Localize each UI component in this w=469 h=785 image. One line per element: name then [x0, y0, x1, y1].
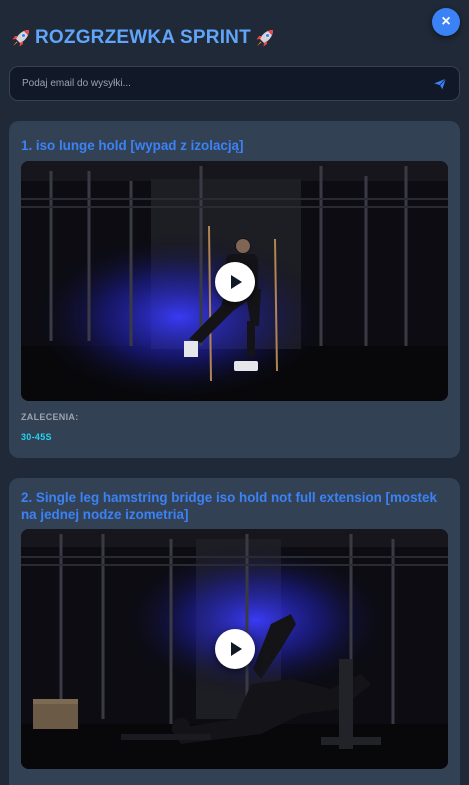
page-title: ROZGRZEWKA SPRINT [9, 26, 277, 50]
send-icon [434, 78, 447, 89]
exercise-video[interactable] [21, 529, 448, 769]
play-icon [231, 642, 242, 656]
play-button[interactable] [215, 262, 255, 302]
title-text: ROZGRZEWKA SPRINT [35, 27, 251, 48]
exercise-card: 1. iso lunge hold [wypad z izolacją] ZAL… [9, 121, 460, 458]
play-icon [231, 275, 242, 289]
exercise-title: 1. iso lunge hold [wypad z izolacją] [21, 138, 244, 153]
email-bar [9, 66, 460, 101]
recommendations-value: 30-45S [21, 432, 52, 442]
exercise-title: 2. Single leg hamstring bridge iso hold … [21, 490, 437, 522]
email-input[interactable] [22, 78, 433, 89]
close-icon: × [441, 13, 451, 30]
play-button[interactable] [215, 629, 255, 669]
rocket-icon [253, 26, 277, 50]
workout-panel: × ROZGRZEWKA SPRINT Podaj email do wysył… [0, 0, 469, 785]
exercise-card: 2. Single leg hamstring bridge iso hold … [9, 478, 460, 785]
send-button[interactable] [433, 77, 447, 91]
recommendations-label: ZALECENIA: [21, 412, 79, 422]
exercise-video[interactable] [21, 161, 448, 401]
close-button[interactable]: × [432, 8, 460, 36]
rocket-icon [9, 26, 33, 50]
